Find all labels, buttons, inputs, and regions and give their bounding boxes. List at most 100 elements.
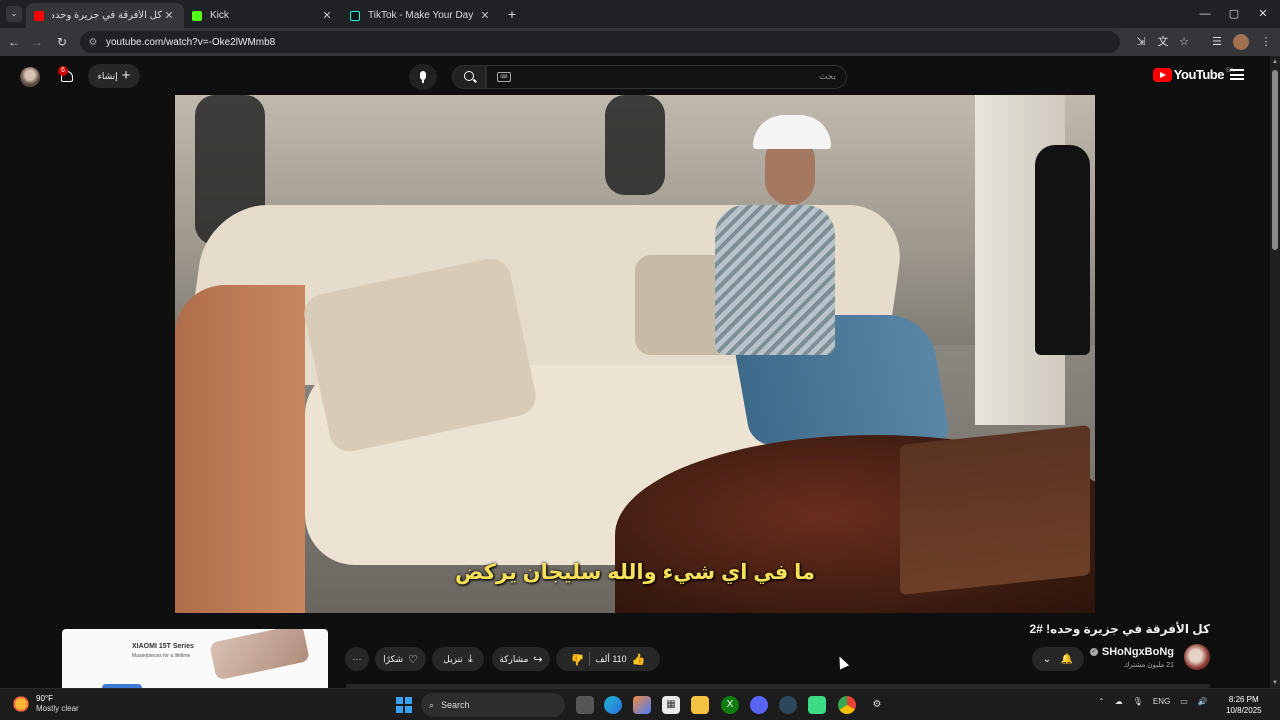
tab-kick[interactable]: Kick ✕ bbox=[184, 3, 342, 28]
youtube-favicon-icon bbox=[34, 10, 44, 21]
download-label: تنزيل bbox=[443, 653, 463, 664]
logo-text: YouTube bbox=[1173, 67, 1225, 82]
file-explorer-icon[interactable] bbox=[691, 696, 709, 714]
install-app-icon[interactable]: ⇲ bbox=[1133, 34, 1149, 50]
channel-name[interactable]: ✓ SHoNgxBoNg bbox=[1089, 646, 1174, 658]
tab-close-icon[interactable]: ✕ bbox=[162, 9, 176, 22]
browser-tab-strip: ⌄ كل الأفرقة في جزيرة وحده! (8) ✕ Kick ✕… bbox=[0, 0, 1280, 28]
subscribed-button[interactable]: ⌄ 🔔 bbox=[1032, 647, 1084, 671]
ad-tagline: Masterpieces for a lifetime bbox=[132, 653, 191, 659]
search-icon: ⌕ bbox=[429, 699, 435, 710]
plus-icon: + bbox=[121, 67, 131, 84]
profile-avatar-icon[interactable] bbox=[1233, 34, 1249, 50]
copilot-icon[interactable] bbox=[633, 696, 651, 714]
share-button[interactable]: مشاركة ↪ bbox=[492, 647, 550, 671]
close-window-button[interactable]: ✕ bbox=[1248, 4, 1278, 24]
clock[interactable]: 8:26 PM 10/8/2025 bbox=[1226, 694, 1262, 716]
settings-gear-icon[interactable]: ⚙ bbox=[868, 696, 886, 714]
edge-icon[interactable] bbox=[604, 696, 622, 714]
video-frame[interactable] bbox=[175, 95, 1095, 613]
mic-icon[interactable] bbox=[409, 64, 437, 90]
clock-date: 10/8/2025 bbox=[1226, 706, 1262, 715]
back-icon[interactable]: ← bbox=[4, 32, 24, 52]
search-placeholder: بحث bbox=[818, 71, 836, 81]
subscriber-count: 21 مليون مشترك bbox=[1123, 662, 1174, 669]
notification-badge: 6 bbox=[58, 66, 68, 76]
create-button[interactable]: إنشاء + bbox=[88, 64, 140, 88]
weather-widget[interactable]: 90°F Mostly clear bbox=[12, 694, 79, 714]
tab-title: كل الأفرقة في جزيرة وحده! (8) bbox=[52, 10, 162, 21]
kick-favicon-icon bbox=[192, 10, 202, 21]
download-icon: ⤓ bbox=[467, 652, 473, 665]
store-icon[interactable]: ▦ bbox=[662, 696, 680, 714]
tab-search-icon[interactable]: ⌄ bbox=[6, 6, 22, 22]
windows-taskbar: 90°F Mostly clear ⌕ Search ▦ X ⚙ ⌃ ☁ 🎙 E… bbox=[0, 688, 1280, 720]
like-dislike-group[interactable]: 👍 110 ألف 👍 bbox=[556, 647, 660, 671]
taskbar-search[interactable]: ⌕ Search bbox=[421, 693, 565, 717]
more-actions-button[interactable]: ··· bbox=[345, 647, 369, 671]
dislike-icon[interactable]: 👍 bbox=[571, 653, 585, 666]
reload-icon[interactable]: ↻ bbox=[52, 32, 72, 52]
discord-icon[interactable] bbox=[750, 696, 768, 714]
verified-icon: ✓ bbox=[1089, 648, 1098, 656]
system-tray[interactable]: ⌃ ☁ 🎙 ENG ▭ 🔊 bbox=[1098, 697, 1208, 706]
ad-card[interactable]: XIAOMI 15T Series Masterpieces for a lif… bbox=[62, 629, 328, 688]
onedrive-icon[interactable]: ☁ bbox=[1115, 697, 1123, 706]
like-icon[interactable]: 👍 bbox=[632, 653, 646, 666]
tab-tiktok[interactable]: TikTok - Make Your Day ✕ bbox=[342, 3, 500, 28]
windows-start-icon[interactable] bbox=[396, 697, 412, 713]
bookmark-star-icon[interactable]: ☆ bbox=[1176, 34, 1192, 50]
new-tab-button[interactable]: + bbox=[504, 6, 520, 22]
maximize-button[interactable]: ▢ bbox=[1219, 4, 1249, 24]
ad-brand: XIAOMI 15T Series bbox=[132, 643, 194, 650]
chrome-icon[interactable] bbox=[838, 696, 856, 714]
forward-icon[interactable]: → bbox=[27, 32, 47, 52]
chrome-menu-icon[interactable]: ⋮ bbox=[1258, 34, 1274, 50]
scroll-down-icon[interactable]: ▼ bbox=[1272, 680, 1278, 686]
task-view-icon[interactable] bbox=[576, 696, 594, 714]
video-title: كل الأفرقة في جزيرة وحده! #2 bbox=[1029, 622, 1210, 636]
bell-subscribe-icon: 🔔 bbox=[1060, 653, 1074, 665]
scroll-thumb[interactable] bbox=[1272, 70, 1278, 250]
steam-icon[interactable] bbox=[779, 696, 797, 714]
clock-time: 8:26 PM bbox=[1228, 695, 1259, 704]
browser-toolbar: ← → ↻ ⚙ youtube.com/watch?v=-Oke2lWMmb8 … bbox=[0, 28, 1280, 56]
page-scrollbar[interactable]: ▲ ▼ bbox=[1270, 56, 1280, 688]
search-input[interactable]: ⌨ بحث bbox=[486, 65, 847, 89]
youtube-logo[interactable]: YouTube SA bbox=[1152, 67, 1234, 82]
ad-phone-image bbox=[209, 629, 310, 681]
statue bbox=[1035, 145, 1090, 355]
video-player[interactable]: ما في اي شيء والله سليجان يركض bbox=[0, 95, 1270, 613]
tab-close-icon[interactable]: ✕ bbox=[320, 9, 334, 22]
translate-icon[interactable]: 文 bbox=[1155, 34, 1171, 50]
thanks-button[interactable]: شكرًا ♡ bbox=[375, 647, 426, 671]
account-avatar[interactable] bbox=[20, 67, 40, 87]
xbox-icon[interactable]: X bbox=[721, 696, 739, 714]
tab-close-icon[interactable]: ✕ bbox=[478, 9, 492, 22]
mic-tray-icon[interactable]: 🎙 bbox=[1133, 697, 1143, 706]
language-indicator[interactable]: ENG bbox=[1153, 697, 1170, 706]
url-text: youtube.com/watch?v=-Oke2lWMmb8 bbox=[106, 36, 276, 48]
network-icon[interactable]: ▭ bbox=[1180, 697, 1188, 706]
channel-name-text: SHoNgxBoNg bbox=[1101, 646, 1174, 658]
minimize-button[interactable]: — bbox=[1190, 4, 1220, 24]
keyboard-icon[interactable]: ⌨ bbox=[497, 72, 511, 82]
menu-icon[interactable] bbox=[1230, 69, 1244, 80]
site-info-icon[interactable]: ⚙ bbox=[86, 37, 100, 48]
chevron-down-icon: ⌄ bbox=[1042, 653, 1052, 665]
video-subtitle: ما في اي شيء والله سليجان يركض bbox=[455, 561, 815, 584]
tab-groups-icon[interactable]: ☰ bbox=[1209, 34, 1225, 50]
address-bar[interactable]: ⚙ youtube.com/watch?v=-Oke2lWMmb8 bbox=[80, 31, 1120, 53]
share-icon: ↪ bbox=[533, 653, 543, 666]
bell-icon[interactable]: 6 bbox=[58, 66, 76, 86]
volume-icon[interactable]: 🔊 bbox=[1198, 697, 1208, 706]
weather-icon bbox=[12, 695, 30, 713]
person bbox=[715, 205, 835, 355]
search-button[interactable] bbox=[452, 65, 486, 89]
tab-youtube[interactable]: كل الأفرقة في جزيرة وحده! (8) ✕ bbox=[26, 3, 184, 28]
download-button[interactable]: تنزيل ⤓ bbox=[432, 647, 484, 671]
scroll-up-icon[interactable]: ▲ bbox=[1272, 59, 1278, 65]
chevron-up-icon[interactable]: ⌃ bbox=[1098, 697, 1105, 706]
channel-avatar[interactable] bbox=[1184, 644, 1210, 670]
android-icon[interactable] bbox=[808, 696, 826, 714]
